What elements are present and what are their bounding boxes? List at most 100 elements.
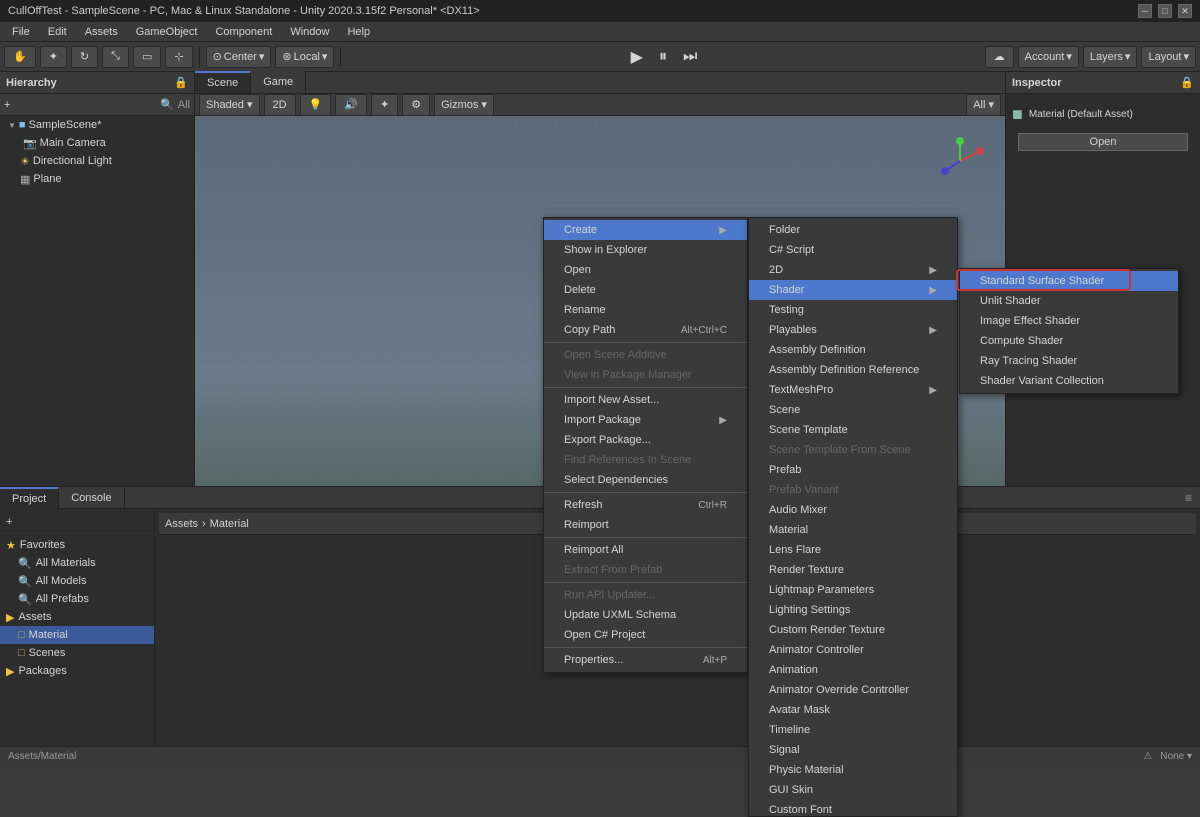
ctx-rename[interactable]: Rename [544,300,747,320]
create-material[interactable]: Material [749,520,957,540]
shaded-dropdown[interactable]: Shaded ▾ [199,94,260,116]
inspector-open-button[interactable]: Open [1018,133,1188,151]
create-lighting-settings[interactable]: Lighting Settings [749,600,957,620]
pause-button[interactable]: ⏸ [653,48,673,66]
hierarchy-plus[interactable]: + [4,99,10,111]
create-shader[interactable]: Shader ▶ [749,280,957,300]
hierarchy-item-maincamera[interactable]: 📷 Main Camera [0,134,194,152]
lighting-button[interactable]: 💡 [300,94,332,116]
ctx-reimport-all[interactable]: Reimport All [544,540,747,560]
tab-game[interactable]: Game [251,71,306,93]
create-timeline[interactable]: Timeline [749,720,957,740]
create-signal[interactable]: Signal [749,740,957,760]
sidebar-material[interactable]: □ Material [0,626,154,644]
breadcrumb-assets[interactable]: Assets [165,518,198,530]
ctx-delete[interactable]: Delete [544,280,747,300]
hierarchy-item-samplescene[interactable]: ▼ ■ SampleScene* [0,116,194,134]
sidebar-assets[interactable]: ▶ Assets [0,608,154,626]
tab-project[interactable]: Project [0,487,59,509]
tab-scene[interactable]: Scene [195,71,251,93]
create-audio-mixer[interactable]: Audio Mixer [749,500,957,520]
ctx-import-new-asset[interactable]: Import New Asset... [544,390,747,410]
account-dropdown[interactable]: Account ▾ [1018,46,1079,68]
sidebar-add-button[interactable]: + [0,513,154,531]
create-animation[interactable]: Animation [749,660,957,680]
create-lightmap-params[interactable]: Lightmap Parameters [749,580,957,600]
bottom-menu-icon[interactable]: ≡ [1177,491,1200,505]
sidebar-favorites[interactable]: ★ Favorites [0,536,154,554]
hierarchy-lock-icon[interactable]: 🔒 [174,76,188,89]
shader-ray-tracing[interactable]: Ray Tracing Shader [960,351,1178,371]
ctx-open[interactable]: Open [544,260,747,280]
hierarchy-item-plane[interactable]: ▦ Plane [0,170,194,188]
ctx-open-csharp[interactable]: Open C# Project [544,625,747,645]
sidebar-all-materials[interactable]: 🔍 All Materials [0,554,154,572]
all-dropdown[interactable]: All ▾ [966,94,1001,116]
shader-variant-collection[interactable]: Shader Variant Collection [960,371,1178,391]
sidebar-all-models[interactable]: 🔍 All Models [0,572,154,590]
ctx-export-package[interactable]: Export Package... [544,430,747,450]
create-physic-material[interactable]: Physic Material [749,760,957,780]
create-prefab[interactable]: Prefab [749,460,957,480]
hierarchy-item-dirlight[interactable]: ☀ Directional Light [0,152,194,170]
shader-standard-surface[interactable]: Standard Surface Shader [960,271,1178,291]
menu-assets[interactable]: Assets [77,22,126,42]
create-animator-controller[interactable]: Animator Controller [749,640,957,660]
create-assembly-def-ref[interactable]: Assembly Definition Reference [749,360,957,380]
create-folder[interactable]: Folder [749,220,957,240]
create-assembly-def[interactable]: Assembly Definition [749,340,957,360]
create-lens-flare[interactable]: Lens Flare [749,540,957,560]
ctx-reimport[interactable]: Reimport [544,515,747,535]
ctx-create[interactable]: Create ▶ [544,220,747,240]
sidebar-scenes[interactable]: □ Scenes [0,644,154,662]
create-testing[interactable]: Testing [749,300,957,320]
create-csharp[interactable]: C# Script [749,240,957,260]
create-animator-override[interactable]: Animator Override Controller [749,680,957,700]
menu-component[interactable]: Component [207,22,280,42]
create-custom-font[interactable]: Custom Font [749,800,957,817]
transform-tool[interactable]: ⊹ [165,46,192,68]
layers-dropdown[interactable]: Layers ▾ [1083,46,1138,68]
create-gui-skin[interactable]: GUI Skin [749,780,957,800]
scene-extras-button[interactable]: ⚙ [402,94,430,116]
ctx-update-uxml[interactable]: Update UXML Schema [544,605,747,625]
gizmos-dropdown[interactable]: Gizmos ▾ [434,94,494,116]
create-custom-render-texture[interactable]: Custom Render Texture [749,620,957,640]
shader-image-effect[interactable]: Image Effect Shader [960,311,1178,331]
cloud-button[interactable]: ☁ [985,46,1014,68]
ctx-show-explorer[interactable]: Show in Explorer [544,240,747,260]
move-tool[interactable]: ✦ [40,46,67,68]
close-button[interactable]: ✕ [1178,4,1192,18]
create-scene-template[interactable]: Scene Template [749,420,957,440]
tab-console[interactable]: Console [59,487,124,509]
hand-tool[interactable]: ✋ [4,46,36,68]
create-render-texture[interactable]: Render Texture [749,560,957,580]
ctx-properties[interactable]: Properties... Alt+P [544,650,747,670]
create-playables[interactable]: Playables ▶ [749,320,957,340]
local-dropdown[interactable]: ⊛ Local ▾ [275,46,334,68]
minimize-button[interactable]: ─ [1138,4,1152,18]
breadcrumb-material[interactable]: Material [210,518,249,530]
sidebar-all-prefabs[interactable]: 🔍 All Prefabs [0,590,154,608]
inspector-lock-icon[interactable]: 🔒 [1180,76,1194,89]
ctx-import-package[interactable]: Import Package ▶ [544,410,747,430]
step-button[interactable]: ⏭ [677,48,703,66]
rect-tool[interactable]: ▭ [133,46,161,68]
maximize-button[interactable]: □ [1158,4,1172,18]
menu-gameobject[interactable]: GameObject [128,22,206,42]
menu-file[interactable]: File [4,22,38,42]
ctx-select-dependencies[interactable]: Select Dependencies [544,470,747,490]
rotate-tool[interactable]: ↻ [71,46,98,68]
shader-unlit[interactable]: Unlit Shader [960,291,1178,311]
ctx-copy-path[interactable]: Copy Path Alt+Ctrl+C [544,320,747,340]
create-scene[interactable]: Scene [749,400,957,420]
layout-dropdown[interactable]: Layout ▾ [1141,46,1196,68]
play-button[interactable]: ▶ [625,47,649,67]
audio-button[interactable]: 🔊 [335,94,367,116]
menu-help[interactable]: Help [339,22,378,42]
scale-tool[interactable]: ⤡ [102,46,129,68]
menu-window[interactable]: Window [282,22,337,42]
effects-button[interactable]: ✦ [371,94,398,116]
sidebar-packages[interactable]: ▶ Packages [0,662,154,680]
create-2d[interactable]: 2D ▶ [749,260,957,280]
